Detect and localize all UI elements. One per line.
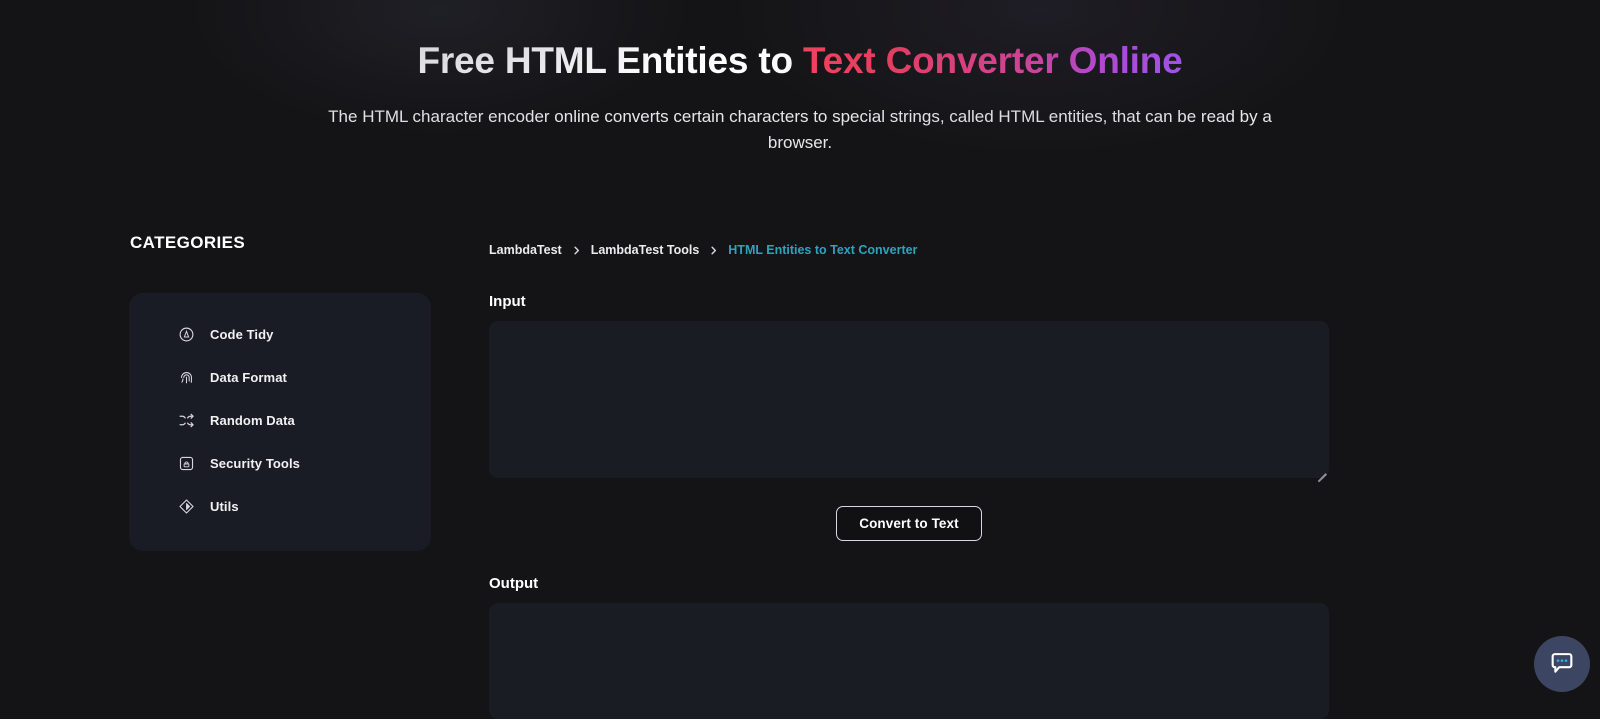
breadcrumb-item-lambdatest[interactable]: LambdaTest — [489, 243, 562, 257]
categories-heading: CATEGORIES — [130, 233, 246, 253]
input-textarea[interactable] — [489, 321, 1329, 479]
sidebar-item-security-tools[interactable]: Security Tools — [129, 450, 431, 476]
chat-widget-button[interactable] — [1534, 636, 1590, 692]
sidebar-item-utils[interactable]: Utils — [129, 493, 431, 519]
convert-to-text-button[interactable]: Convert to Text — [836, 506, 982, 542]
input-textarea-wrapper — [489, 321, 1329, 482]
chevron-right-icon — [708, 245, 719, 256]
sidebar: CATEGORIES Code Tidy Data Format Random … — [129, 233, 431, 719]
sidebar-item-label: Security Tools — [210, 455, 301, 471]
fingerprint-icon — [177, 368, 195, 386]
lock-box-icon — [177, 454, 195, 472]
page-title-gradient: Text Converter Online — [802, 40, 1183, 81]
categories-card: Code Tidy Data Format Random Data Securi… — [129, 293, 431, 552]
page-title-plain: Free HTML Entities to — [417, 40, 803, 81]
sidebar-item-code-tidy[interactable]: Code Tidy — [129, 321, 431, 347]
sidebar-item-data-format[interactable]: Data Format — [129, 364, 431, 390]
sidebar-item-random-data[interactable]: Random Data — [129, 407, 431, 433]
diamond-compass-icon — [177, 497, 195, 515]
breadcrumb-item-current: HTML Entities to Text Converter — [728, 243, 918, 258]
content-area: CATEGORIES Code Tidy Data Format Random … — [0, 233, 1600, 719]
chevron-right-icon — [571, 245, 582, 256]
breadcrumb-item-lambdatest-tools[interactable]: LambdaTest Tools — [591, 243, 700, 257]
page-root: Free HTML Entities to Text Converter Onl… — [0, 0, 1600, 719]
output-label: Output — [489, 575, 539, 593]
sidebar-item-label: Code Tidy — [210, 326, 274, 342]
sidebar-item-label: Utils — [210, 498, 239, 514]
main-panel: LambdaTest LambdaTest Tools HTML Entitie… — [431, 233, 1360, 719]
breadcrumb: LambdaTest LambdaTest Tools HTML Entitie… — [489, 241, 1360, 259]
shuffle-icon — [177, 411, 195, 429]
hero-section: Free HTML Entities to Text Converter Onl… — [0, 0, 1600, 155]
sidebar-item-label: Random Data — [210, 412, 295, 428]
page-title: Free HTML Entities to Text Converter Onl… — [0, 38, 1600, 84]
output-textarea-wrapper — [489, 603, 1329, 719]
code-tidy-icon — [177, 325, 195, 343]
convert-button-row: Convert to Text — [489, 506, 1329, 542]
input-label: Input — [489, 293, 526, 311]
output-textarea[interactable] — [489, 603, 1329, 719]
page-subtitle: The HTML character encoder online conver… — [328, 107, 1272, 152]
sidebar-item-label: Data Format — [210, 369, 287, 385]
chat-bubble-icon — [1548, 649, 1576, 680]
